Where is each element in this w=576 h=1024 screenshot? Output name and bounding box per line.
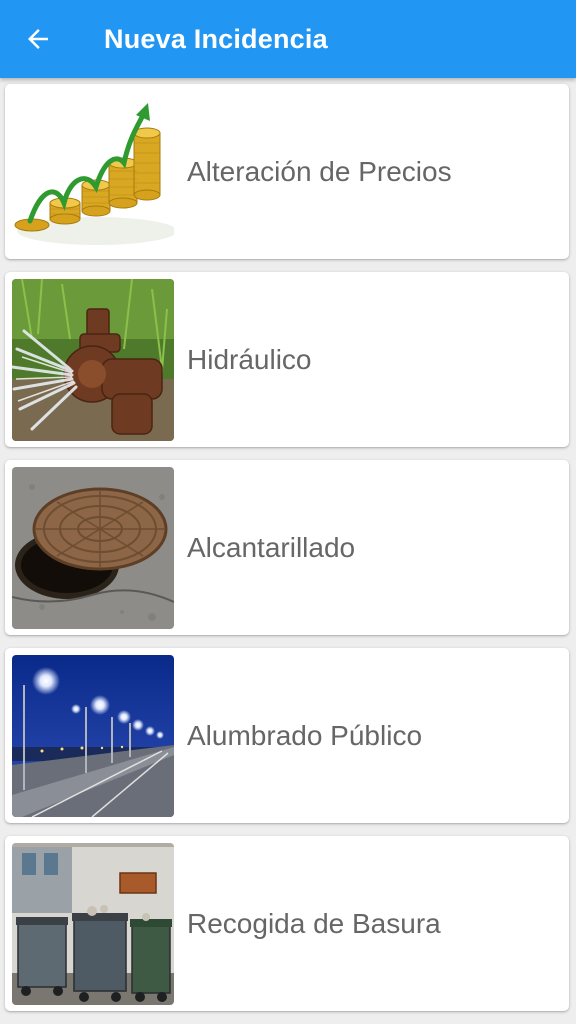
category-card-recogida-basura[interactable]: Recogida de Basura xyxy=(5,836,569,1011)
open-manhole-image xyxy=(12,466,174,629)
category-label: Alteración de Precios xyxy=(187,155,452,187)
category-label: Alumbrado Público xyxy=(187,719,423,751)
category-label: Alcantarillado xyxy=(187,531,356,563)
garbage-containers-image xyxy=(12,842,174,1005)
rising-coins-chart-image xyxy=(12,90,174,253)
back-button[interactable] xyxy=(0,0,78,78)
category-card-alcantarillado[interactable]: Alcantarillado xyxy=(5,460,569,635)
page-title: Nueva Incidencia xyxy=(104,23,328,54)
category-label: Recogida de Basura xyxy=(187,907,441,939)
category-card-alteracion-precios[interactable]: Alteración de Precios xyxy=(5,84,569,259)
category-list: Alteración de Precios Hidráulico Alcanta… xyxy=(5,84,569,1024)
app-bar: Nueva Incidencia xyxy=(0,0,576,78)
category-card-hidraulico[interactable]: Hidráulico xyxy=(5,272,569,447)
arrow-left-icon xyxy=(28,29,48,49)
category-card-alumbrado-publico[interactable]: Alumbrado Público xyxy=(5,648,569,823)
leaking-water-valve-image xyxy=(12,278,174,441)
category-label: Hidráulico xyxy=(187,343,312,375)
street-lights-night-image xyxy=(12,654,174,817)
